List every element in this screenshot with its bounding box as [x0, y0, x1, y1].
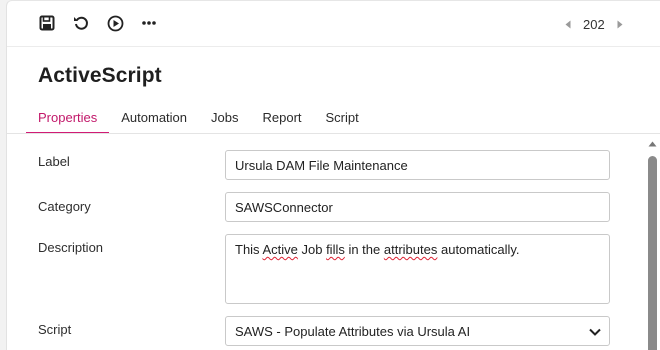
chevron-right-icon[interactable]: [615, 17, 625, 31]
toolbar: 202: [7, 1, 660, 47]
category-field-value: SAWSConnector: [235, 199, 333, 215]
tab-properties[interactable]: Properties: [26, 101, 110, 134]
category-caption: Category: [38, 199, 91, 214]
label-field-value: Ursula DAM File Maintenance: [235, 157, 408, 173]
tab-bar: Properties Automation Jobs Report Script: [26, 101, 371, 134]
scrollbar[interactable]: [643, 134, 660, 350]
category-field[interactable]: SAWSConnector: [225, 192, 610, 222]
scroll-thumb[interactable]: [648, 156, 657, 350]
record-pager: 202: [563, 15, 625, 33]
label-field[interactable]: Ursula DAM File Maintenance: [225, 150, 610, 180]
description-text: This Active Job fills in the attributes …: [235, 242, 520, 257]
script-select[interactable]: SAWS - Populate Attributes via Ursula AI: [225, 316, 610, 346]
main-panel: 202 ActiveScript Properties Automation J…: [6, 0, 660, 350]
script-caption: Script: [38, 322, 72, 337]
tab-automation[interactable]: Automation: [109, 101, 199, 134]
properties-form: Label Ursula DAM File Maintenance Catego…: [7, 134, 643, 350]
save-icon[interactable]: [37, 13, 57, 33]
description-field[interactable]: This Active Job fills in the attributes …: [225, 234, 610, 304]
tab-script[interactable]: Script: [314, 101, 371, 134]
scroll-up-icon[interactable]: [647, 140, 657, 148]
chevron-down-icon: [589, 324, 601, 339]
pager-value: 202: [583, 16, 605, 32]
script-select-value: SAWS - Populate Attributes via Ursula AI: [235, 323, 471, 339]
page-title: ActiveScript: [38, 64, 162, 87]
more-icon[interactable]: [139, 13, 159, 33]
chevron-left-icon[interactable]: [563, 17, 573, 31]
play-icon[interactable]: [105, 13, 125, 33]
tab-report[interactable]: Report: [250, 101, 313, 134]
description-caption: Description: [38, 240, 104, 255]
tab-jobs[interactable]: Jobs: [199, 101, 250, 134]
label-caption: Label: [38, 154, 70, 169]
refresh-icon[interactable]: [71, 13, 91, 33]
